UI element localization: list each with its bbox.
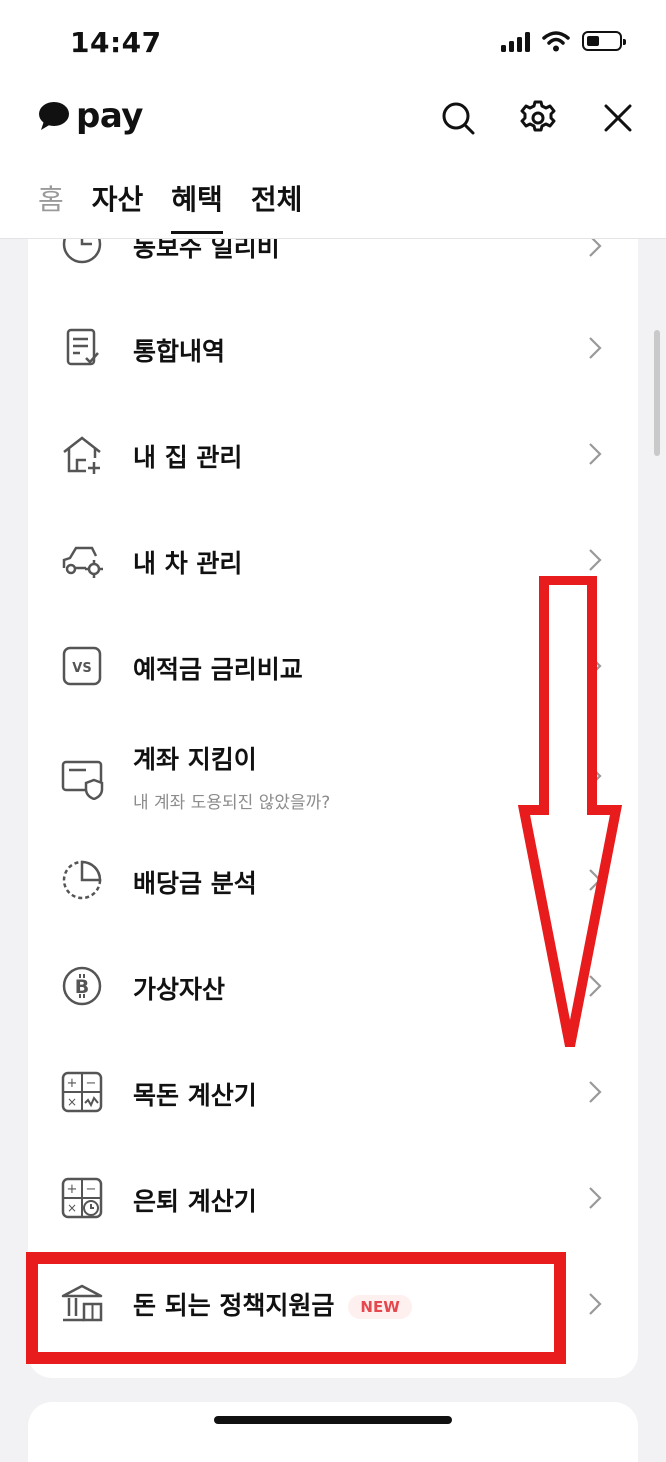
pie-chart-icon — [62, 860, 102, 900]
menu-item-label: 예적금 금리비교 — [133, 655, 303, 684]
menu-item-label: 배당금 분석 — [133, 869, 257, 898]
house-plus-icon — [63, 436, 101, 474]
close-icon — [604, 104, 632, 132]
menu-item-label: 통합내역 — [133, 337, 226, 366]
tab-home[interactable]: 홈 — [38, 178, 64, 218]
menu-item-transaction-history[interactable]: 통합내역 — [28, 296, 638, 400]
calculator-clock-icon: + − × — [61, 1177, 103, 1219]
svg-text:−: − — [86, 1182, 97, 1197]
highlight-box — [26, 1252, 566, 1364]
gear-icon — [520, 100, 556, 132]
down-arrow-annotation — [518, 576, 622, 1047]
chat-bubble-icon — [39, 102, 69, 130]
scrollbar[interactable] — [654, 330, 660, 456]
svg-text:×: × — [67, 1095, 77, 1109]
chevron-right-icon — [589, 1293, 602, 1315]
menu-item-label: 은퇴 계산기 — [133, 1187, 257, 1216]
vs-icon: VS — [62, 646, 102, 686]
close-button[interactable] — [598, 98, 638, 138]
svg-text:VS: VS — [72, 661, 91, 676]
chevron-right-icon — [589, 1187, 602, 1209]
signal-icon — [501, 30, 530, 52]
wifi-icon — [542, 31, 570, 52]
top-bar: 14:47 pay 홈 자산 혜택 전체 — [0, 0, 666, 239]
document-check-icon — [66, 328, 99, 366]
svg-text:B: B — [75, 976, 89, 998]
settings-button[interactable] — [518, 98, 558, 138]
chevron-right-icon — [589, 337, 602, 359]
menu-item-sublabel: 내 계좌 도용되진 않았을까? — [133, 793, 331, 813]
calculator-chart-icon: + − × — [61, 1071, 103, 1113]
menu-item-my-home[interactable]: 내 집 관리 — [28, 402, 638, 506]
home-indicator[interactable] — [214, 1416, 452, 1424]
tab-all[interactable]: 전체 — [251, 178, 303, 218]
svg-text:×: × — [67, 1201, 77, 1215]
search-button[interactable] — [438, 98, 478, 138]
menu-item-label: 목돈 계산기 — [133, 1081, 257, 1110]
menu-item-retirement-calculator[interactable]: + − × 은퇴 계산기 — [28, 1146, 638, 1250]
brand-name: pay — [76, 96, 143, 136]
status-icons — [501, 30, 626, 52]
bitcoin-icon: B — [62, 966, 102, 1006]
status-time: 14:47 — [70, 26, 162, 59]
menu-item-label: 가상자산 — [133, 975, 226, 1004]
battery-icon — [582, 31, 626, 51]
svg-text:−: − — [86, 1076, 97, 1091]
tab-bar: 홈 자산 혜택 전체 — [38, 178, 303, 234]
brand-logo: pay — [38, 96, 143, 136]
menu-item-label: 계좌 지킴이 — [133, 745, 257, 774]
tab-assets[interactable]: 자산 — [92, 178, 144, 218]
account-shield-icon — [61, 760, 104, 800]
menu-item-label: 내 집 관리 — [133, 443, 243, 472]
search-icon — [442, 102, 475, 135]
car-gear-icon — [62, 546, 103, 578]
tab-benefits[interactable]: 혜택 — [171, 178, 223, 234]
chevron-right-icon — [589, 549, 602, 571]
svg-text:+: + — [67, 1182, 78, 1197]
next-card — [28, 1402, 638, 1462]
chevron-right-icon — [589, 1081, 602, 1103]
menu-item-label: 내 차 관리 — [133, 549, 243, 578]
svg-text:+: + — [67, 1076, 78, 1091]
chevron-right-icon — [589, 443, 602, 465]
